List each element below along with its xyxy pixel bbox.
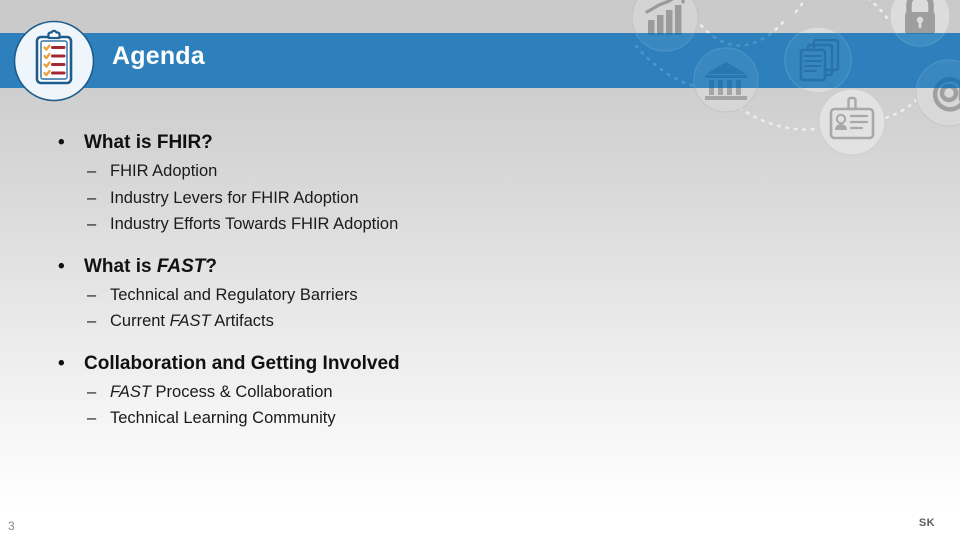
bullet-marker: • [58, 255, 65, 277]
dash-marker: – [87, 312, 97, 330]
bullet-marker: • [58, 132, 65, 153]
agenda-heading-prefix: What is [84, 255, 157, 277]
agenda-heading-keyword: FAST [156, 255, 206, 277]
dash-marker: – [87, 409, 97, 427]
page-title: Agenda [112, 42, 205, 70]
agenda-heading-suffix: FHIR? [156, 132, 213, 153]
agenda-subitem: – Current FAST Artifacts [0, 308, 620, 335]
agenda-subitem-keyword: FAST [110, 382, 151, 401]
agenda-subitem: – Technical and Regulatory Barriers [0, 282, 620, 309]
agenda-heading-prefix: Collaboration and Getting Involved [84, 352, 400, 374]
agenda-group: • Collaboration and Getting Involved – FAS… [0, 349, 620, 432]
agenda-subitem: – Industry Efforts Towards FHIR Adoption [0, 211, 620, 238]
agenda-subitem: – Technical Learning Community [0, 405, 620, 432]
agenda-subitem-prefix: Current [110, 312, 170, 330]
agenda-subitem-suffix: Process & Collaboration [150, 382, 333, 401]
agenda-group: • What is FAST? – Technical and Regulatory… [0, 252, 620, 335]
dash-marker: – [87, 162, 97, 180]
agenda-subitem-prefix: FHIR Adoption [110, 162, 218, 180]
footer-initials: SK [918, 517, 935, 529]
bullet-marker: • [58, 352, 65, 374]
agenda-heading-prefix: What is [84, 132, 157, 153]
agenda-outline: • What is FHIR? – FHIR Adoption – Industry … [0, 128, 620, 432]
agenda-subitem-keyword: FAST [169, 312, 211, 330]
agenda-subitem: – FHIR Adoption [0, 158, 620, 185]
dash-marker: – [87, 285, 97, 304]
dash-marker: – [87, 382, 97, 401]
agenda-subitem-suffix: Artifacts [210, 312, 274, 330]
agenda-subitem-prefix: Industry Levers for FHIR Adoption [110, 188, 359, 207]
page-number: 3 [8, 519, 15, 533]
presentation-slide: Agenda • What is FHIR? – FHIR Adoption –… [0, 0, 960, 540]
agenda-heading-suffix: ? [205, 255, 218, 277]
dash-marker: – [87, 215, 97, 233]
agenda-subitem: – Industry Levers for FHIR Adoption [0, 185, 620, 212]
clipboard-checklist-icon [13, 20, 95, 102]
agenda-subitem-prefix: Technical Learning Community [110, 409, 336, 427]
dash-marker: – [87, 188, 97, 207]
agenda-subitem-prefix: Technical and Regulatory Barriers [110, 285, 358, 304]
agenda-heading: • What is FHIR? [0, 128, 620, 158]
agenda-subitem: – FAST Process & Collaboration [0, 379, 620, 406]
agenda-group: • What is FHIR? – FHIR Adoption – Industry … [0, 128, 620, 238]
agenda-subitem-prefix: Industry Efforts Towards FHIR Adoption [110, 215, 399, 233]
agenda-heading: • Collaboration and Getting Involved [0, 349, 620, 379]
agenda-heading: • What is FAST? [0, 252, 620, 282]
